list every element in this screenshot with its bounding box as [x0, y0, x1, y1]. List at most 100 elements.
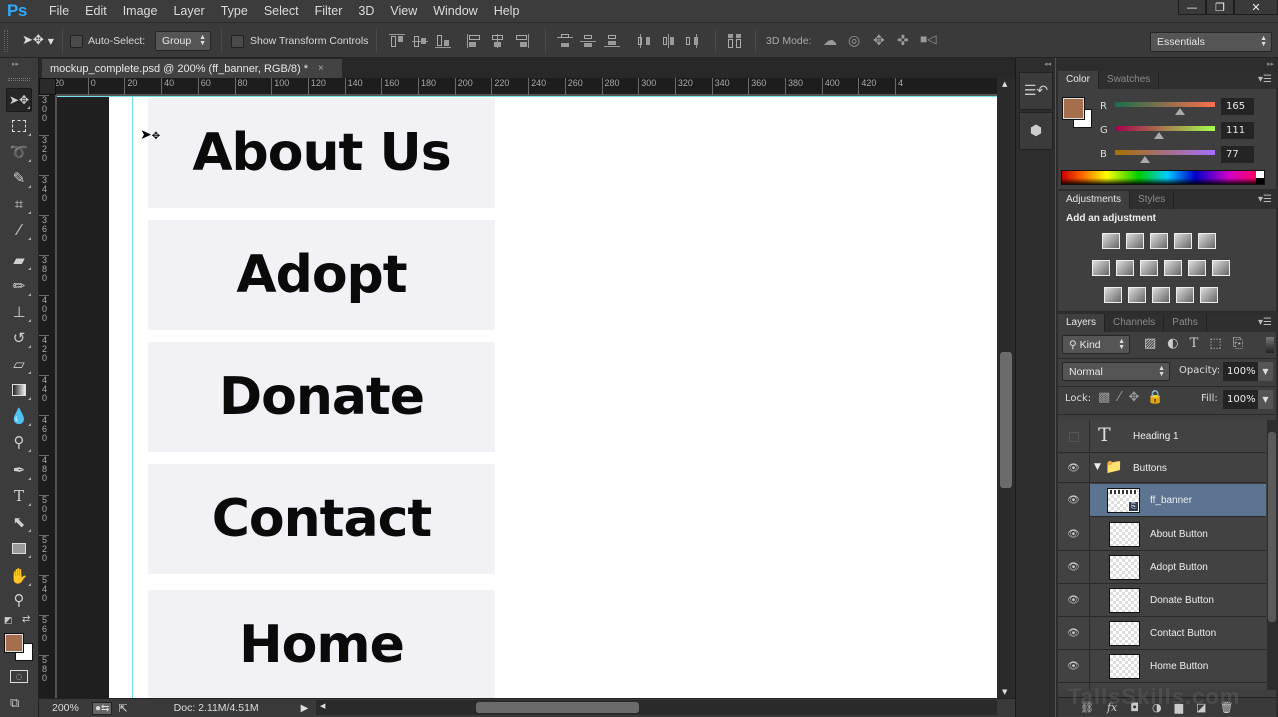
posterize-icon[interactable] — [1128, 287, 1146, 303]
red-slider-thumb[interactable] — [1174, 108, 1185, 115]
zoom-level[interactable]: 200% — [52, 702, 92, 714]
lasso-tool[interactable]: ➰ — [6, 140, 32, 164]
tab-color[interactable]: Color — [1058, 71, 1099, 89]
pen-tool[interactable]: ✒ — [6, 458, 32, 482]
auto-select-checkbox[interactable] — [70, 35, 83, 48]
green-slider-thumb[interactable] — [1153, 132, 1164, 139]
align-horizontal-centers-icon[interactable] — [490, 34, 506, 48]
menu-help[interactable]: Help — [486, 4, 528, 18]
close-window-button[interactable]: ✕ — [1234, 0, 1278, 15]
hand-tool[interactable]: ✋ — [6, 564, 32, 588]
align-right-edges-icon[interactable] — [513, 34, 529, 48]
gradient-tool[interactable] — [6, 378, 32, 402]
green-value-input[interactable]: 111 — [1221, 122, 1254, 139]
options-bar-grip[interactable] — [4, 30, 8, 52]
history-brush-tool[interactable]: ↺ — [6, 326, 32, 350]
scroll-up-icon[interactable]: ▲ — [1002, 80, 1007, 88]
auto-align-layers-icon[interactable] — [727, 34, 743, 48]
scroll-down-icon[interactable]: ▼ — [1002, 688, 1007, 696]
layer-row-ff-banner[interactable]: 👁 ⎘ ff_banner — [1058, 484, 1266, 517]
filter-adjustment-icon[interactable]: ◐ — [1167, 336, 1189, 351]
layer-row-buttons-group[interactable]: 👁 ▼ 📁 Buttons — [1058, 454, 1266, 483]
panel-menu-icon[interactable]: ▾☰ — [1258, 194, 1272, 205]
add-mask-icon[interactable]: ◘ — [1130, 701, 1139, 714]
layer-row-partial[interactable] — [1058, 683, 1266, 690]
gradient-map-icon[interactable] — [1200, 287, 1218, 303]
menu-edit[interactable]: Edit — [77, 4, 115, 18]
tab-channels[interactable]: Channels — [1105, 314, 1165, 332]
opacity-slider-toggle[interactable]: ▼ — [1258, 362, 1273, 381]
expand-panels-icon[interactable]: ▸▸ — [1267, 60, 1274, 68]
eraser-tool[interactable]: ▱ — [6, 352, 32, 376]
red-value-input[interactable]: 165 — [1221, 98, 1254, 115]
visibility-toggle[interactable] — [1058, 420, 1090, 453]
horizontal-ruler[interactable]: 20 0 20 40 60 80 100 120 140 160 180 200 220 240 260 28… — [39, 78, 997, 95]
layer-row-adopt-button[interactable]: 👁 Adopt Button — [1058, 551, 1266, 584]
exposure-icon[interactable] — [1174, 233, 1192, 249]
menu-window[interactable]: Window — [425, 4, 485, 18]
red-slider-track[interactable] — [1115, 102, 1215, 107]
document-tab[interactable]: mockup_complete.psd @ 200% (ff_banner, R… — [42, 59, 342, 78]
scroll-left-icon[interactable]: ◀ — [320, 702, 325, 710]
path-selection-tool[interactable]: ⬉ — [6, 510, 32, 534]
fill-input[interactable]: 100% — [1223, 390, 1258, 409]
menu-select[interactable]: Select — [256, 4, 307, 18]
filter-smart-object-icon[interactable]: ⎘ — [1233, 336, 1254, 351]
menu-3d[interactable]: 3D — [350, 4, 382, 18]
eye-icon[interactable]: 👁 — [1058, 518, 1090, 551]
brightness-contrast-icon[interactable] — [1102, 233, 1120, 249]
lock-transparent-icon[interactable]: ▩ — [1098, 390, 1118, 405]
3d-scale-icon[interactable]: ■◁ — [920, 32, 936, 46]
vertical-ruler[interactable]: 300 320 340 360 380 400 420 440 460 480 500 520 540 5… — [39, 95, 56, 698]
marquee-tool[interactable] — [6, 114, 32, 138]
layers-scrollbar[interactable] — [1267, 420, 1277, 690]
menu-filter[interactable]: Filter — [307, 4, 351, 18]
3d-roll-icon[interactable]: ◎ — [848, 32, 860, 49]
distribute-horizontal-centers-icon[interactable] — [661, 34, 677, 48]
align-left-edges-icon[interactable] — [467, 34, 483, 48]
distribute-right-edges-icon[interactable] — [684, 34, 700, 48]
horizontal-scrollbar[interactable]: ◀ — [316, 700, 997, 715]
selective-color-icon[interactable] — [1176, 287, 1194, 303]
history-panel-button[interactable]: ☰↶ — [1019, 72, 1053, 110]
align-top-edges-icon[interactable] — [389, 34, 405, 48]
vertical-scrollbar[interactable]: ▲ ▼ — [997, 78, 1015, 698]
new-group-icon[interactable]: ▆ — [1175, 701, 1183, 714]
3d-panel-button[interactable]: ⬢ — [1019, 112, 1053, 150]
distribute-vertical-centers-icon[interactable] — [580, 34, 596, 48]
ruler-origin[interactable] — [39, 78, 56, 95]
layer-row-about-button[interactable]: 👁 About Button — [1058, 518, 1266, 551]
blue-slider-thumb[interactable] — [1140, 156, 1151, 163]
vertical-scroll-thumb[interactable] — [1000, 352, 1012, 488]
3d-rotate-icon[interactable]: ☁ — [823, 32, 837, 49]
healing-brush-tool[interactable]: ▰ — [6, 248, 32, 272]
menu-image[interactable]: Image — [115, 4, 166, 18]
menu-type[interactable]: Type — [213, 4, 256, 18]
3d-slide-icon[interactable]: ✜ — [897, 32, 909, 49]
show-transform-checkbox[interactable] — [231, 35, 244, 48]
minimize-button[interactable]: — — [1178, 0, 1206, 15]
fx-icon[interactable]: fx — [1107, 701, 1117, 714]
distribute-bottom-edges-icon[interactable] — [604, 34, 620, 48]
share-icon[interactable]: ⇱ — [118, 702, 127, 715]
panel-menu-icon[interactable]: ▾☰ — [1258, 74, 1272, 85]
status-toggle-icon[interactable]: ●⇆ — [92, 701, 113, 715]
fill-slider-toggle[interactable]: ▼ — [1258, 390, 1273, 409]
filter-shape-icon[interactable]: ⬚ — [1209, 336, 1232, 351]
green-slider-track[interactable] — [1115, 126, 1215, 131]
layer-filter-kind-dropdown[interactable]: ⚲ Kind ▲ ▼ — [1062, 335, 1130, 354]
distribute-left-edges-icon[interactable] — [638, 34, 654, 48]
move-tool[interactable]: ➤✥ — [6, 88, 32, 112]
type-tool[interactable]: T — [6, 484, 32, 508]
opacity-input[interactable]: 100% — [1223, 362, 1258, 381]
close-document-icon[interactable]: × — [318, 63, 324, 74]
document-canvas[interactable]: About Us Adopt Donate Contact Home ➤✥ — [57, 96, 997, 698]
black-white-icon[interactable] — [1140, 260, 1158, 276]
trash-icon[interactable]: 🗑 — [1219, 701, 1233, 714]
lock-image-icon[interactable]: ⁄ — [1118, 390, 1128, 405]
menu-view[interactable]: View — [382, 4, 425, 18]
zoom-tool[interactable]: ⚲ — [6, 588, 32, 612]
swap-colors-icon[interactable]: ⇄ — [22, 614, 30, 625]
quick-mask-icon[interactable]: ◌ — [10, 670, 28, 683]
lock-position-icon[interactable]: ✥ — [1128, 390, 1147, 405]
